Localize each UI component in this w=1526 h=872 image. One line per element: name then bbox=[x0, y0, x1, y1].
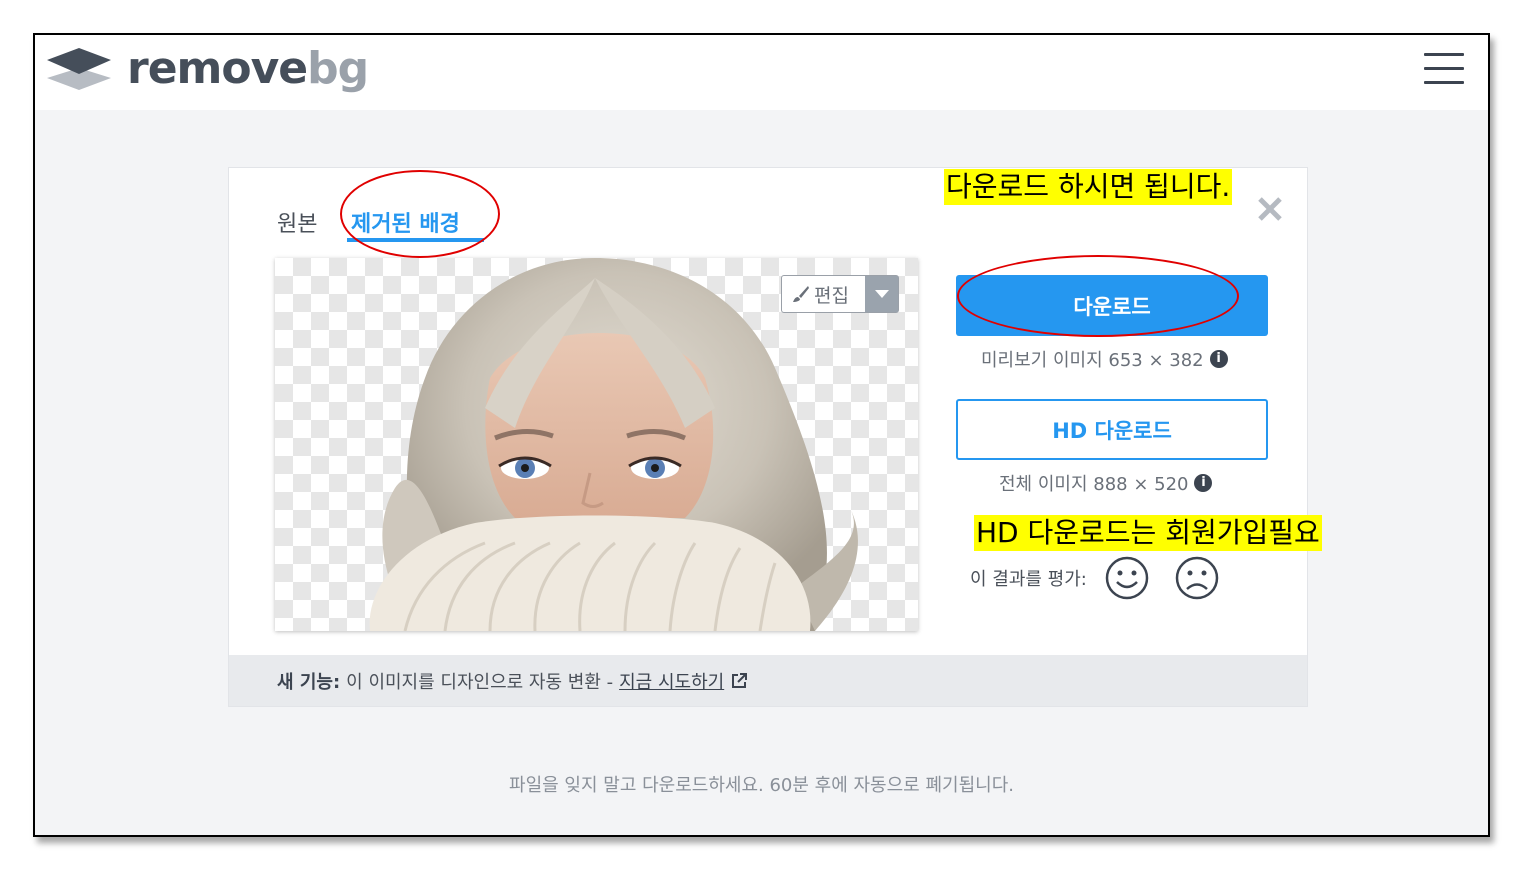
active-tab-indicator bbox=[347, 238, 484, 242]
edit-button[interactable]: 편집 bbox=[781, 275, 899, 313]
result-preview-image bbox=[275, 258, 918, 631]
edit-label: 편집 bbox=[814, 284, 849, 307]
info-icon[interactable]: i bbox=[1194, 474, 1213, 492]
annotation-download-hint: 다운로드 하시면 됩니다. bbox=[944, 169, 1233, 205]
try-now-link[interactable]: 지금 시도하기 bbox=[619, 668, 724, 694]
browser-frame: removebg 원본 제거된 배경 편집 다운로드 미리보기 이미지 653 … bbox=[33, 33, 1490, 837]
logo-layers-icon bbox=[47, 48, 111, 90]
smiley-face-icon[interactable] bbox=[1105, 556, 1149, 600]
logo-text-accent: bg bbox=[307, 43, 369, 94]
top-navbar: removebg bbox=[35, 35, 1488, 110]
expiry-notice: 파일을 잊지 말고 다운로드하세요. 60분 후에 자동으로 폐기됩니다. bbox=[509, 775, 1014, 796]
new-feature-bar: 새 기능: 이 이미지를 디자인으로 자동 변환 - 지금 시도하기 bbox=[229, 655, 1307, 706]
hd-download-button[interactable]: HD 다운로드 bbox=[956, 399, 1268, 460]
info-icon[interactable]: i bbox=[1209, 350, 1228, 368]
portrait-cutout bbox=[369, 258, 858, 631]
download-note-text: 미리보기 이미지 653 × 382 bbox=[981, 350, 1204, 371]
hd-download-size-note: 전체 이미지 888 × 520 i bbox=[999, 470, 1213, 496]
removebg-logo[interactable]: removebg bbox=[45, 43, 369, 94]
logo-text-main: remove bbox=[127, 43, 308, 94]
download-size-note: 미리보기 이미지 653 × 382 i bbox=[981, 346, 1228, 372]
chevron-down-icon bbox=[874, 290, 889, 298]
edit-dropdown-toggle[interactable] bbox=[865, 276, 898, 312]
close-icon[interactable] bbox=[1257, 196, 1283, 222]
hamburger-menu-icon[interactable] bbox=[1424, 53, 1464, 85]
new-feature-label: 새 기능: bbox=[277, 671, 341, 693]
download-button[interactable]: 다운로드 bbox=[956, 275, 1268, 336]
brush-icon bbox=[793, 286, 809, 302]
rating-label: 이 결과를 평가: bbox=[970, 569, 1087, 590]
new-feature-text: 이 이미지를 디자인으로 자동 변환 - bbox=[346, 671, 614, 693]
tab-removed-background[interactable]: 제거된 배경 bbox=[351, 206, 460, 238]
sad-face-icon[interactable] bbox=[1175, 556, 1219, 600]
rating-section: 이 결과를 평가: bbox=[970, 556, 1245, 600]
hd-note-text: 전체 이미지 888 × 520 bbox=[999, 474, 1189, 495]
tab-original[interactable]: 원본 bbox=[277, 206, 317, 238]
annotation-hd-hint: HD 다운로드는 회원가입필요 bbox=[974, 515, 1322, 551]
result-card: 원본 제거된 배경 편집 다운로드 미리보기 이미지 653 × 382 i H… bbox=[228, 167, 1308, 707]
external-link-icon[interactable] bbox=[730, 672, 748, 690]
